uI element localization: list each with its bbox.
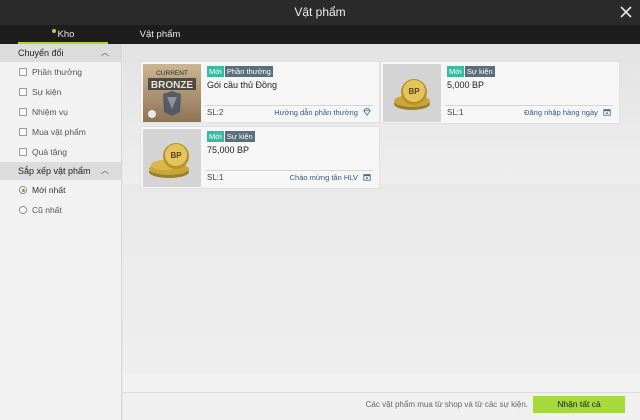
card-divider [205,170,373,171]
checkbox-icon[interactable] [19,68,27,76]
item-source-label: Chào mừng tân HLV [289,173,358,182]
checkbox-icon[interactable] [19,128,27,136]
footer-note: Các vật phẩm mua từ shop và từ các sự ki… [365,400,528,409]
item-quantity: SL:1 [447,108,464,117]
filter-option-label: Mua vật phẩm [32,127,86,137]
diamond-icon [363,108,371,116]
item-source-label: Đăng nhập hàng ngày [524,108,598,117]
item-tags: Mới Sự kiện [447,66,495,77]
card-divider [445,105,613,106]
new-badge: Mới [447,66,464,77]
tab-kho[interactable]: Kho [18,25,108,44]
tab-bar: Kho Vật phẩm [0,25,640,44]
item-name: 5,000 BP [447,80,485,90]
radio-selected-icon[interactable] [19,186,27,194]
filter-section-header[interactable]: Chuyển đổi ︿ [0,44,121,62]
item-quantity: SL:1 [207,173,224,182]
calendar-icon [363,174,371,181]
item-source: Đăng nhập hàng ngày [524,108,611,117]
notification-dot-icon [51,29,56,33]
tab-vat-pham[interactable]: Vật phẩm [118,25,202,44]
stadium-background [123,184,640,374]
inventory-panel: CURRENT BRONZE Mới Phần thưởng Gói cầu th… [123,44,640,392]
claim-all-button[interactable]: Nhận tất cả [533,396,625,413]
inventory-item-card[interactable]: BP Mới Sự kiện 5,000 BP SL:1 Đăng nhập hà… [380,61,620,124]
filter-option-phan-thuong[interactable]: Phần thưởng [0,62,121,82]
chevron-up-icon: ︿ [101,166,109,175]
item-quantity: SL:2 [207,108,224,117]
item-source: Hướng dẫn phần thưởng [274,108,371,117]
tab-kho-label: Kho [57,29,75,40]
item-name: 75,000 BP [207,145,250,155]
checkbox-icon[interactable] [19,108,27,116]
item-tags: Mới Phần thưởng [207,66,273,77]
item-tags: Mới Sự kiện [207,131,255,142]
coin-label: BP [170,151,182,160]
tab-vat-pham-label: Vật phẩm [139,29,181,40]
bp-coins-thumbnail: BP [383,64,441,122]
filter-option-label: Quà tặng [32,147,67,157]
filter-option-label: Phần thưởng [32,67,83,77]
sort-section-header[interactable]: Sắp xếp vật phẩm ︿ [0,162,121,180]
checkbox-icon[interactable] [19,88,27,96]
filter-option-nhiem-vu[interactable]: Nhiệm vụ [0,102,121,122]
window-title: Vật phẩm [294,5,346,19]
filter-option-qua-tang[interactable]: Quà tặng [0,142,121,162]
sort-option-oldest[interactable]: Cũ nhất [0,200,121,220]
sidebar: Chuyển đổi ︿ Phần thưởng Sự kiện Nhiệm v… [0,44,122,420]
sort-option-newest[interactable]: Mới nhất [0,180,121,200]
item-source: Chào mừng tân HLV [290,173,371,182]
sort-section-title: Sắp xếp vật phẩm [18,166,91,176]
coin-label: BP [408,87,420,96]
checkbox-icon[interactable] [19,148,27,156]
inventory-item-card[interactable]: CURRENT BRONZE Mới Phần thưởng Gói cầu th… [140,61,380,123]
bp-coins-thumbnail: BP [143,129,201,187]
calendar-icon [603,109,611,116]
inventory-item-card[interactable]: BP Mới Sự kiện 75,000 BP SL:1 Chào mừng t… [140,126,380,189]
type-badge: Sự kiện [464,66,495,77]
radio-icon[interactable] [19,206,27,214]
filter-option-label: Sự kiện [32,87,62,97]
card-divider [205,105,373,106]
item-source-label: Hướng dẫn phần thưởng [274,108,358,117]
filter-option-mua-vat-pham[interactable]: Mua vật phẩm [0,122,121,142]
close-icon[interactable] [618,4,634,20]
pack-label-top: CURRENT [156,70,188,77]
item-name: Gói cầu thủ Đồng [207,80,278,90]
chevron-up-icon: ︿ [101,48,109,57]
sort-option-label: Cũ nhất [32,205,62,215]
filter-option-su-kien[interactable]: Sự kiện [0,82,121,102]
filter-option-label: Nhiệm vụ [32,107,68,117]
bronze-pack-thumbnail: CURRENT BRONZE [143,64,201,122]
type-badge: Sự kiện [224,131,255,142]
pack-label-main: BRONZE [151,80,194,91]
window-titlebar: Vật phẩm [0,0,640,25]
new-badge: Mới [207,66,224,77]
filter-section-title: Chuyển đổi [18,48,64,58]
new-badge: Mới [207,131,224,142]
type-badge: Phần thưởng [224,66,273,77]
sort-option-label: Mới nhất [32,185,66,195]
footer-bar: Các vật phẩm mua từ shop và từ các sự ki… [123,392,640,420]
